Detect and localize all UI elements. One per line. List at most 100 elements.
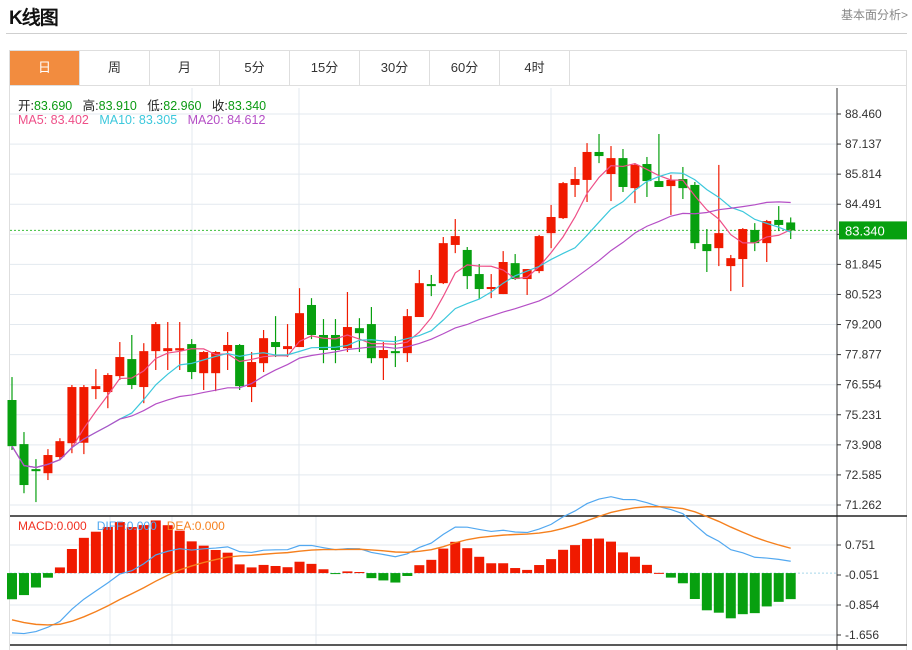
high-label: 高: — [82, 99, 99, 113]
ma5-line — [11, 162, 791, 469]
low-label: 低: — [147, 99, 164, 113]
high-value: 83.910 — [98, 99, 137, 113]
macd-legend-diff: DIFF:0.000 — [96, 519, 157, 533]
macd-bar — [546, 559, 557, 574]
candle-body — [498, 262, 508, 295]
candle-body — [378, 349, 388, 359]
macd-bar — [234, 564, 245, 574]
macd-bar — [426, 559, 437, 574]
price-tick-label: 87.137 — [845, 137, 882, 151]
ma-legend: MA5: 83.402 MA10: 83.305 MA20: 84.612 — [18, 113, 265, 127]
candle-body — [474, 274, 484, 290]
price-tick-label: 73.908 — [845, 438, 882, 452]
macd-bar — [629, 556, 640, 574]
macd-bar — [677, 573, 688, 584]
macd-bar — [78, 537, 89, 574]
macd-tick-label: -0.854 — [845, 598, 879, 612]
candle-body — [558, 183, 568, 219]
macd-bar — [713, 573, 724, 613]
close-label: 收: — [211, 99, 228, 113]
macd-bar — [378, 573, 389, 581]
candle-body — [666, 179, 676, 187]
price-tick-label: 85.814 — [845, 167, 882, 181]
candle-body — [151, 324, 161, 352]
price-tick-label: 84.491 — [845, 197, 882, 211]
candle-body — [103, 375, 113, 393]
candle-body — [450, 236, 460, 245]
candle-body — [390, 351, 400, 354]
macd-bar — [438, 548, 449, 574]
macd-bar — [366, 573, 377, 579]
candle-body — [259, 338, 269, 364]
price-tick-label: 71.262 — [845, 498, 882, 512]
candle-body — [582, 151, 592, 180]
candle-body — [738, 229, 748, 260]
macd-bar — [210, 549, 221, 574]
macd-bar — [402, 573, 413, 576]
candle-body — [199, 352, 209, 374]
macd-legend-dea: DEA:0.000 — [166, 519, 225, 533]
macd-bar — [282, 567, 293, 574]
macd-bar — [390, 573, 401, 583]
macd-bar — [737, 573, 748, 615]
macd-bar — [258, 564, 269, 574]
macd-bar — [66, 548, 77, 574]
ma10-line — [11, 172, 791, 469]
macd-bar — [342, 571, 353, 574]
candle-body — [702, 244, 712, 252]
candle-body — [283, 346, 293, 350]
macd-bar — [522, 569, 533, 574]
macd-bar — [198, 545, 209, 574]
macd-legend: MACD:0.000 DIFF:0.000 DEA:0.000 — [18, 519, 225, 533]
macd-bar — [761, 573, 772, 607]
candle-body — [774, 219, 784, 225]
price-tick-label: 75.231 — [845, 408, 882, 422]
macd-bar — [570, 545, 581, 574]
macd-bar — [653, 572, 664, 574]
candle-body — [630, 164, 640, 189]
ma20-legend: MA20: 84.612 — [187, 113, 266, 127]
candle-body — [235, 344, 245, 387]
macd-tick-label: 0.751 — [845, 538, 875, 552]
candle-body — [67, 387, 77, 444]
macd-bar — [126, 527, 137, 574]
current-price-label: 83.340 — [845, 223, 885, 238]
macd-bar — [701, 573, 712, 611]
macd-bar — [30, 573, 41, 588]
price-tick-label: 81.845 — [845, 257, 882, 271]
price-tick-label: 79.200 — [845, 318, 882, 332]
candle-body — [55, 441, 65, 458]
candle-body — [414, 283, 424, 318]
macd-bar — [42, 573, 53, 578]
macd-bar — [102, 526, 113, 574]
macd-bar — [725, 573, 736, 619]
candle-body — [594, 151, 604, 157]
macd-bar — [474, 556, 485, 574]
macd-bar — [18, 573, 29, 596]
macd-bar — [582, 538, 593, 574]
macd-bar — [318, 569, 329, 574]
candle-body — [786, 222, 796, 231]
macd-bar — [749, 573, 760, 614]
macd-bar — [462, 548, 473, 574]
macd-bar — [641, 564, 652, 574]
macd-bar — [594, 538, 605, 574]
price-tick-label: 72.585 — [845, 468, 882, 482]
open-value: 83.690 — [33, 99, 73, 113]
macd-tick-label: -1.656 — [845, 628, 879, 642]
macd-bar — [270, 565, 281, 574]
macd-bar — [414, 565, 425, 574]
ma20-line — [11, 201, 791, 469]
price-tick-label: 77.877 — [845, 348, 882, 362]
candle-body — [546, 216, 556, 234]
macd-bar — [689, 573, 700, 600]
macd-bar — [7, 573, 17, 600]
macd-bar — [174, 530, 185, 574]
macd-bar — [510, 568, 521, 574]
open-label: 开: — [18, 99, 34, 113]
candle-body — [618, 158, 628, 187]
macd-bar — [498, 563, 509, 574]
macd-bar — [606, 541, 616, 574]
macd-bar — [306, 563, 317, 574]
macd-bar — [330, 573, 341, 575]
